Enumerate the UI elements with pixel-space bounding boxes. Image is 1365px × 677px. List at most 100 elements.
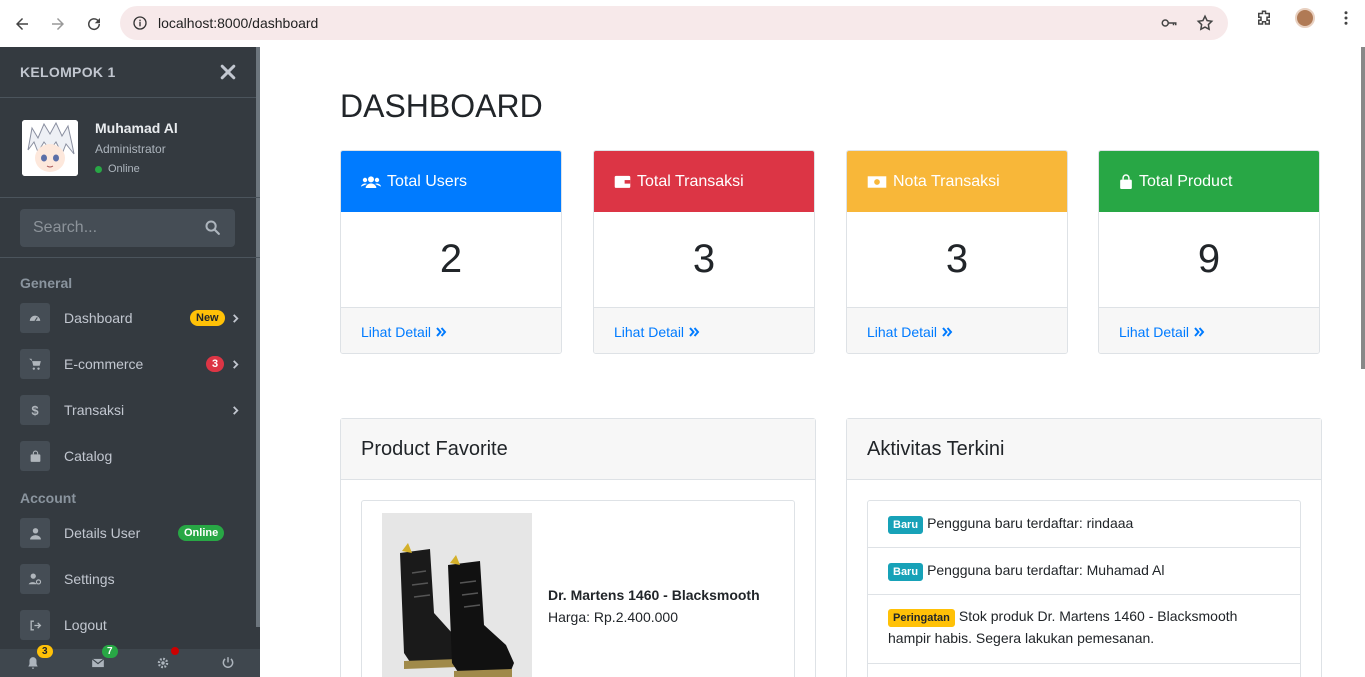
search-box <box>20 209 235 247</box>
sidebar-item-transaksi[interactable]: $ Transaksi <box>0 387 260 433</box>
count-badge: 3 <box>206 356 225 372</box>
envelope-icon <box>91 658 104 668</box>
messages-button[interactable]: 7 <box>88 645 118 673</box>
user-name: Muhamad Al <box>95 120 178 136</box>
sidebar-item-details-user[interactable]: Details User Online <box>0 510 260 556</box>
sidebar-search <box>0 198 260 258</box>
extensions-icon[interactable] <box>1255 9 1273 27</box>
chevron-right-icon <box>233 359 239 369</box>
search-input[interactable] <box>33 219 193 237</box>
section-general: General <box>20 275 73 291</box>
power-button[interactable] <box>218 653 238 673</box>
sidebar-item-label: Transaksi <box>64 402 125 418</box>
sidebar-item-ecommerce[interactable]: E-commerce 3 <box>0 341 260 387</box>
sidebar-footer: 3 7 <box>0 645 260 677</box>
shopping-bag-icon <box>20 441 50 471</box>
card-value: 3 <box>847 212 1067 308</box>
settings-button[interactable] <box>153 647 179 673</box>
online-badge: Online <box>178 525 225 541</box>
card-nota-transaksi: Nota Transaksi 3 Lihat Detail <box>846 150 1068 354</box>
notifications-badge: 3 <box>36 645 53 658</box>
user-panel: Muhamad Al Administrator Online <box>0 98 260 198</box>
detail-link-label: Lihat Detail <box>614 323 685 340</box>
money-bill-icon <box>867 175 887 188</box>
section-account: Account <box>20 490 76 506</box>
key-icon[interactable] <box>1160 14 1178 32</box>
user-icon <box>20 518 50 548</box>
info-icon <box>133 16 147 30</box>
notifications-button[interactable]: 3 <box>23 645 53 673</box>
sidebar-item-label: Dashboard <box>64 310 133 326</box>
user-cog-icon <box>20 564 50 594</box>
dollar-icon: $ <box>20 395 50 425</box>
panel-title: Product Favorite <box>341 419 815 480</box>
activity-text: Pengguna baru terdaftar: Muhamad Al <box>927 562 1165 578</box>
user-status: Online <box>95 163 140 175</box>
card-total-transaksi: Total Transaksi 3 Lihat Detail <box>593 150 815 354</box>
more-vert-icon[interactable] <box>1337 9 1355 27</box>
card-header: Total Transaksi <box>594 151 814 212</box>
detail-link[interactable]: Lihat Detail <box>341 308 561 353</box>
card-total-users: Total Users 2 Lihat Detail <box>340 150 562 354</box>
sidebar-item-label: E-commerce <box>64 356 144 372</box>
shopping-bag-icon <box>1120 173 1132 189</box>
user-status-label: Online <box>108 163 140 175</box>
product-card[interactable]: Dr. Martens 1460 - Blacksmooth Harga: Rp… <box>361 500 795 677</box>
card-label: Nota Transaksi <box>893 172 1000 190</box>
page-scrollbar[interactable] <box>1361 47 1365 369</box>
messages-badge: 7 <box>101 645 118 658</box>
reload-icon <box>88 17 101 30</box>
arrow-right-icon <box>52 17 64 30</box>
search-icon[interactable] <box>204 219 221 236</box>
wallet-icon <box>614 175 631 188</box>
chevron-right-icon <box>233 405 239 415</box>
close-icon[interactable] <box>218 62 238 82</box>
card-label: Total Product <box>1139 172 1233 190</box>
sidebar-item-logout[interactable]: Logout <box>0 602 260 648</box>
double-chevron-right-icon <box>942 326 953 337</box>
sign-out-icon <box>20 610 50 640</box>
list-item: Baru Pengguna baru terdaftar: Muhamad Al <box>868 548 1300 595</box>
double-chevron-right-icon <box>436 326 447 337</box>
brand-title: KELOMPOK 1 <box>20 64 116 80</box>
product-name: Dr. Martens 1460 - Blacksmooth <box>548 587 760 603</box>
bell-icon <box>27 657 38 669</box>
card-label: Total Users <box>387 172 468 190</box>
online-dot-icon <box>95 165 102 173</box>
users-icon <box>361 175 381 188</box>
anime-avatar-icon <box>22 120 78 176</box>
warning-tag: Peringatan <box>888 609 955 627</box>
address-bar[interactable]: localhost:8000/dashboard <box>120 6 1228 40</box>
new-tag: Baru <box>888 563 924 581</box>
detail-link[interactable]: Lihat Detail <box>847 308 1067 353</box>
sidebar-item-label: Settings <box>64 571 115 587</box>
brand: KELOMPOK 1 <box>0 47 260 98</box>
product-price: Harga: Rp.2.400.000 <box>548 609 678 625</box>
sidebar-item-dashboard[interactable]: Dashboard New <box>0 295 260 341</box>
back-button[interactable] <box>4 6 40 42</box>
star-icon[interactable] <box>1196 14 1214 32</box>
new-badge: New <box>190 310 225 326</box>
card-value: 2 <box>341 212 561 308</box>
detail-link[interactable]: Lihat Detail <box>1099 308 1319 353</box>
forward-button[interactable] <box>40 6 76 42</box>
detail-link[interactable]: Lihat Detail <box>594 308 814 353</box>
sidebar-item-label: Logout <box>64 617 107 633</box>
card-header: Total Product <box>1099 151 1319 212</box>
sidebar-item-catalog[interactable]: Catalog <box>0 433 260 479</box>
reload-button[interactable] <box>76 6 112 42</box>
detail-link-label: Lihat Detail <box>1119 323 1190 340</box>
profile-avatar[interactable] <box>1295 8 1315 28</box>
sidebar-item-settings[interactable]: Settings <box>0 556 260 602</box>
detail-link-label: Lihat Detail <box>361 323 432 340</box>
list-item <box>868 664 1300 677</box>
boots-icon <box>382 513 532 677</box>
activity-text: Pengguna baru terdaftar: rindaaa <box>927 515 1134 531</box>
main-content: DASHBOARD Total Users 2 Lihat Detail Tot… <box>260 47 1365 677</box>
activity-list: Baru Pengguna baru terdaftar: rindaaa Bar… <box>867 500 1301 677</box>
panel-title: Aktivitas Terkini <box>847 419 1321 480</box>
url-text: localhost:8000/dashboard <box>158 15 319 31</box>
tachometer-icon <box>20 303 50 333</box>
activity-panel: Aktivitas Terkini Baru Pengguna baru terd… <box>846 418 1322 677</box>
product-image <box>382 513 532 677</box>
